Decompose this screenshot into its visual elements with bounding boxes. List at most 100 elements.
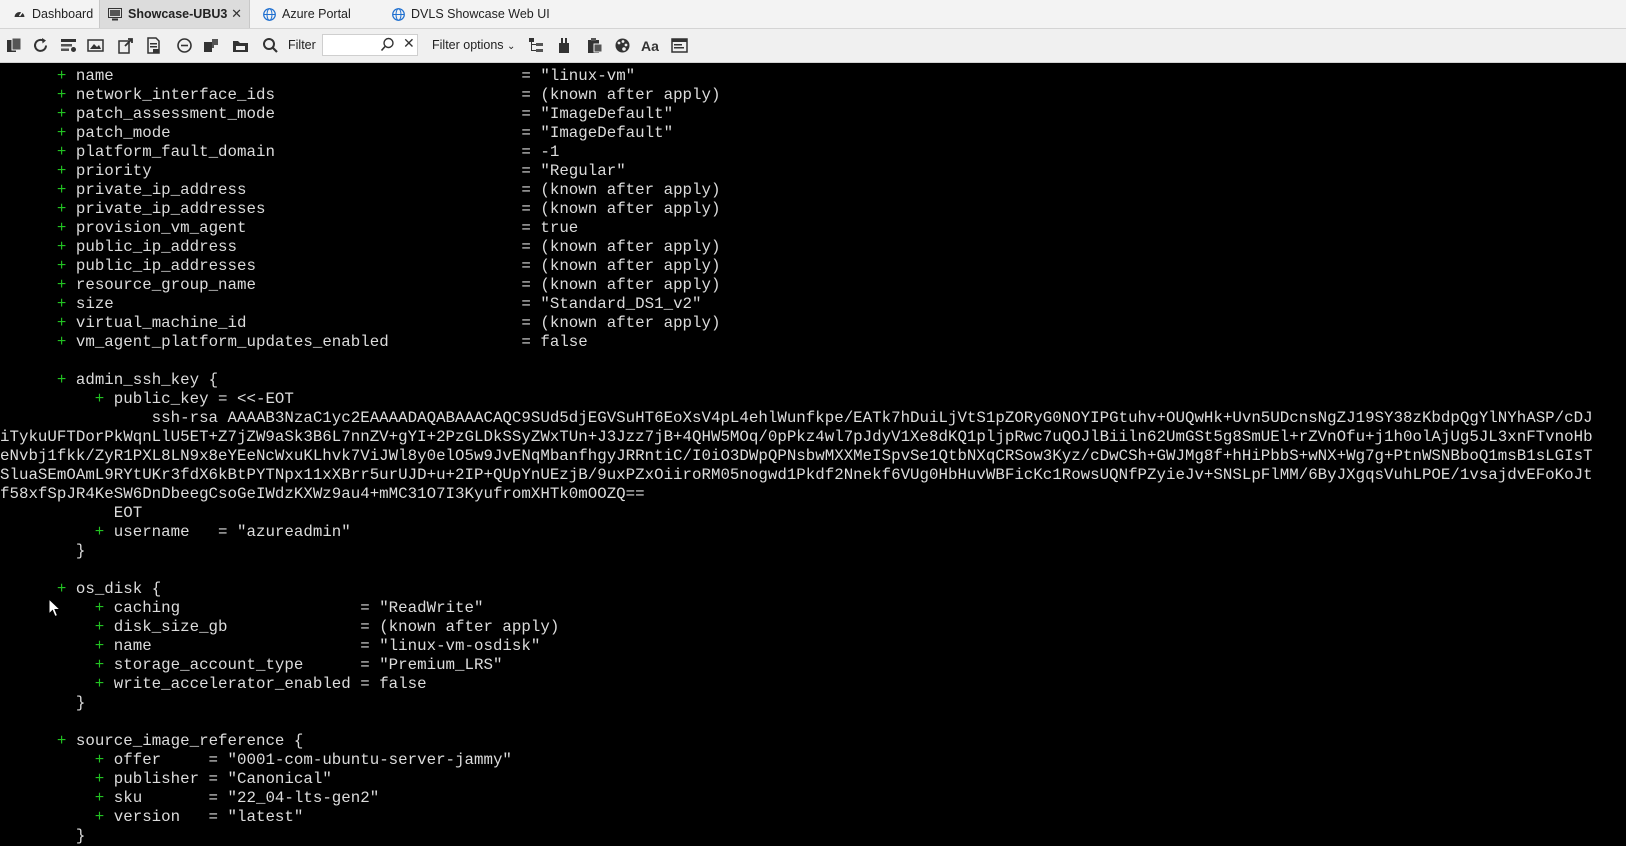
terminal-line: + size = "Standard_DS1_v2" (0, 295, 702, 313)
terminal-line-text: } (0, 694, 86, 712)
export-icon[interactable] (117, 37, 134, 54)
terminal-line: } (0, 827, 86, 845)
terminal-line: + name = "linux-vm" (0, 67, 635, 85)
plugin-icon[interactable] (556, 37, 573, 54)
plus-marker: + (94, 523, 105, 541)
plus-marker: + (56, 67, 67, 85)
tab-azure-portal[interactable]: Azure Portal (262, 0, 351, 28)
clipboard-icon[interactable] (586, 37, 603, 54)
toolbar: Filter ✕ Filter options ⌄ Aa (0, 29, 1626, 63)
plus-marker: + (94, 599, 105, 617)
plus-marker: + (56, 580, 67, 598)
copy-icon[interactable] (6, 37, 23, 54)
filter-search-icon[interactable] (380, 37, 395, 52)
plus-marker: + (56, 86, 67, 104)
terminal-line-text: private_ip_addresses = (known after appl… (75, 200, 721, 218)
terminal-line-text: priority = "Regular" (75, 162, 626, 180)
tab-bar: Dashboard Showcase-UBU3 ✕ Azure Portal D… (0, 0, 1626, 29)
plus-marker: + (94, 751, 105, 769)
terminal-line: ssh-rsa AAAAB3NzaC1yc2EAAAADAQABAAACAQC9… (0, 409, 1593, 427)
tab-dashboard[interactable]: Dashboard (12, 0, 93, 28)
terminal-line: + username = "azureadmin" (0, 523, 351, 541)
folder-icon[interactable] (232, 37, 249, 54)
plus-marker: + (56, 200, 67, 218)
properties-icon[interactable] (671, 37, 688, 54)
tab-showcase-ubu3[interactable]: Showcase-UBU3 ✕ (99, 0, 250, 28)
clear-filter-icon[interactable]: ✕ (403, 35, 415, 52)
terminal-line-text: username = "azureadmin" (113, 523, 351, 541)
terminal-line-text: } (0, 542, 86, 560)
plus-marker: + (56, 162, 67, 180)
tab-dvls-showcase[interactable]: DVLS Showcase Web UI (391, 0, 550, 28)
terminal-line: + caching = "ReadWrite" (0, 599, 484, 617)
chevron-down-icon: ⌄ (507, 41, 516, 52)
terminal-line-text: write_accelerator_enabled = false (113, 675, 427, 693)
close-tab-icon[interactable]: ✕ (231, 6, 242, 22)
terminal-line: + admin_ssh_key { (0, 371, 218, 389)
plus-marker: + (56, 219, 67, 237)
terminal-line-text: public_ip_address = (known after apply) (75, 238, 721, 256)
terminal-line: eNvbj1fkk/ZyR1PXL8LN9x8eYEeNcWxuKLhvk7Vi… (0, 447, 1593, 465)
plus-marker: + (56, 333, 67, 351)
terminal-line: + disk_size_gb = (known after apply) (0, 618, 560, 636)
terminal-line: + os_disk { (0, 580, 161, 598)
terminal-line-text: disk_size_gb = (known after apply) (113, 618, 560, 636)
screenshot-icon[interactable] (87, 37, 104, 54)
terminal-line: + publisher = "Canonical" (0, 770, 332, 788)
plus-marker: + (56, 105, 67, 123)
plus-marker: + (56, 276, 67, 294)
plus-marker: + (94, 675, 105, 693)
terminal-line: + public_ip_address = (known after apply… (0, 238, 721, 256)
refresh-icon[interactable] (32, 37, 49, 54)
macro-icon[interactable] (203, 37, 220, 54)
terminal-line: + resource_group_name = (known after app… (0, 276, 721, 294)
tree-view-icon[interactable] (528, 37, 545, 54)
terminal-output[interactable]: + name = "linux-vm" + network_interface_… (0, 63, 1626, 846)
palette-icon[interactable] (614, 37, 631, 54)
disconnect-icon[interactable] (176, 37, 193, 54)
terminal-line-text: os_disk { (75, 580, 162, 598)
terminal-line-text: eNvbj1fkk/ZyR1PXL8LN9x8eYEeNcWxuKLhvk7Vi… (0, 447, 1593, 465)
terminal-line-text: ssh-rsa AAAAB3NzaC1yc2EAAAADAQABAAACAQC9… (0, 409, 1593, 427)
terminal-line: + public_key = <<-EOT (0, 390, 294, 408)
plus-marker: + (56, 143, 67, 161)
terminal-line: } (0, 694, 86, 712)
terminal-line-text: size = "Standard_DS1_v2" (75, 295, 702, 313)
filter-options-dropdown[interactable]: Filter options ⌄ (432, 38, 515, 52)
plus-marker: + (56, 732, 67, 750)
terminal-line-text: SluaSEmOAmL9RYtUKr3fdX6kBtPYTNpx11xXBrr5… (0, 466, 1593, 484)
filter-options-label: Filter options (432, 38, 504, 52)
terminal-line: SluaSEmOAmL9RYtUKr3fdX6kBtPYTNpx11xXBrr5… (0, 466, 1593, 484)
plus-marker: + (94, 637, 105, 655)
terminal-line-text: resource_group_name = (known after apply… (75, 276, 721, 294)
terminal-line: + patch_mode = "ImageDefault" (0, 124, 673, 142)
terminal-line: + offer = "0001-com-ubuntu-server-jammy" (0, 751, 512, 769)
terminal-line-text: name = "linux-vm-osdisk" (113, 637, 541, 655)
terminal-line: + storage_account_type = "Premium_LRS" (0, 656, 503, 674)
terminal-line: + sku = "22_04-lts-gen2" (0, 789, 379, 807)
settings-list-icon[interactable] (60, 37, 77, 54)
terminal-line-text: patch_mode = "ImageDefault" (75, 124, 674, 142)
plus-marker: + (56, 238, 67, 256)
plus-marker: + (56, 124, 67, 142)
terminal-line: + write_accelerator_enabled = false (0, 675, 427, 693)
search-icon (263, 38, 278, 53)
terminal-line-text: storage_account_type = "Premium_LRS" (113, 656, 503, 674)
terminal-line: + virtual_machine_id = (known after appl… (0, 314, 721, 332)
tab-label: Azure Portal (282, 7, 351, 21)
document-icon[interactable] (145, 37, 162, 54)
plus-marker: + (94, 390, 105, 408)
terminal-line-text: sku = "22_04-lts-gen2" (113, 789, 380, 807)
terminal-line-text: EOT (0, 504, 143, 522)
tab-label: Showcase-UBU3 (128, 7, 228, 21)
terminal-line: + platform_fault_domain = -1 (0, 143, 559, 161)
terminal-line: f58xfSpJR4KeSW6DnDbeegCsoGeIWdzKXWz9au4+… (0, 485, 645, 503)
terminal-line-text: virtual_machine_id = (known after apply) (75, 314, 721, 332)
terminal-line-text: patch_assessment_mode = "ImageDefault" (75, 105, 674, 123)
plus-marker: + (94, 789, 105, 807)
terminal-line-text: private_ip_address = (known after apply) (75, 181, 721, 199)
terminal-line: iTykuUFTDorPkWqnLlU5ET+Z7jZW9aSk3B6L7nnZ… (0, 428, 1593, 446)
terminal-line-text: vm_agent_platform_updates_enabled = fals… (75, 333, 588, 351)
terminal-line: + source_image_reference { (0, 732, 303, 750)
font-icon[interactable]: Aa (641, 37, 659, 54)
